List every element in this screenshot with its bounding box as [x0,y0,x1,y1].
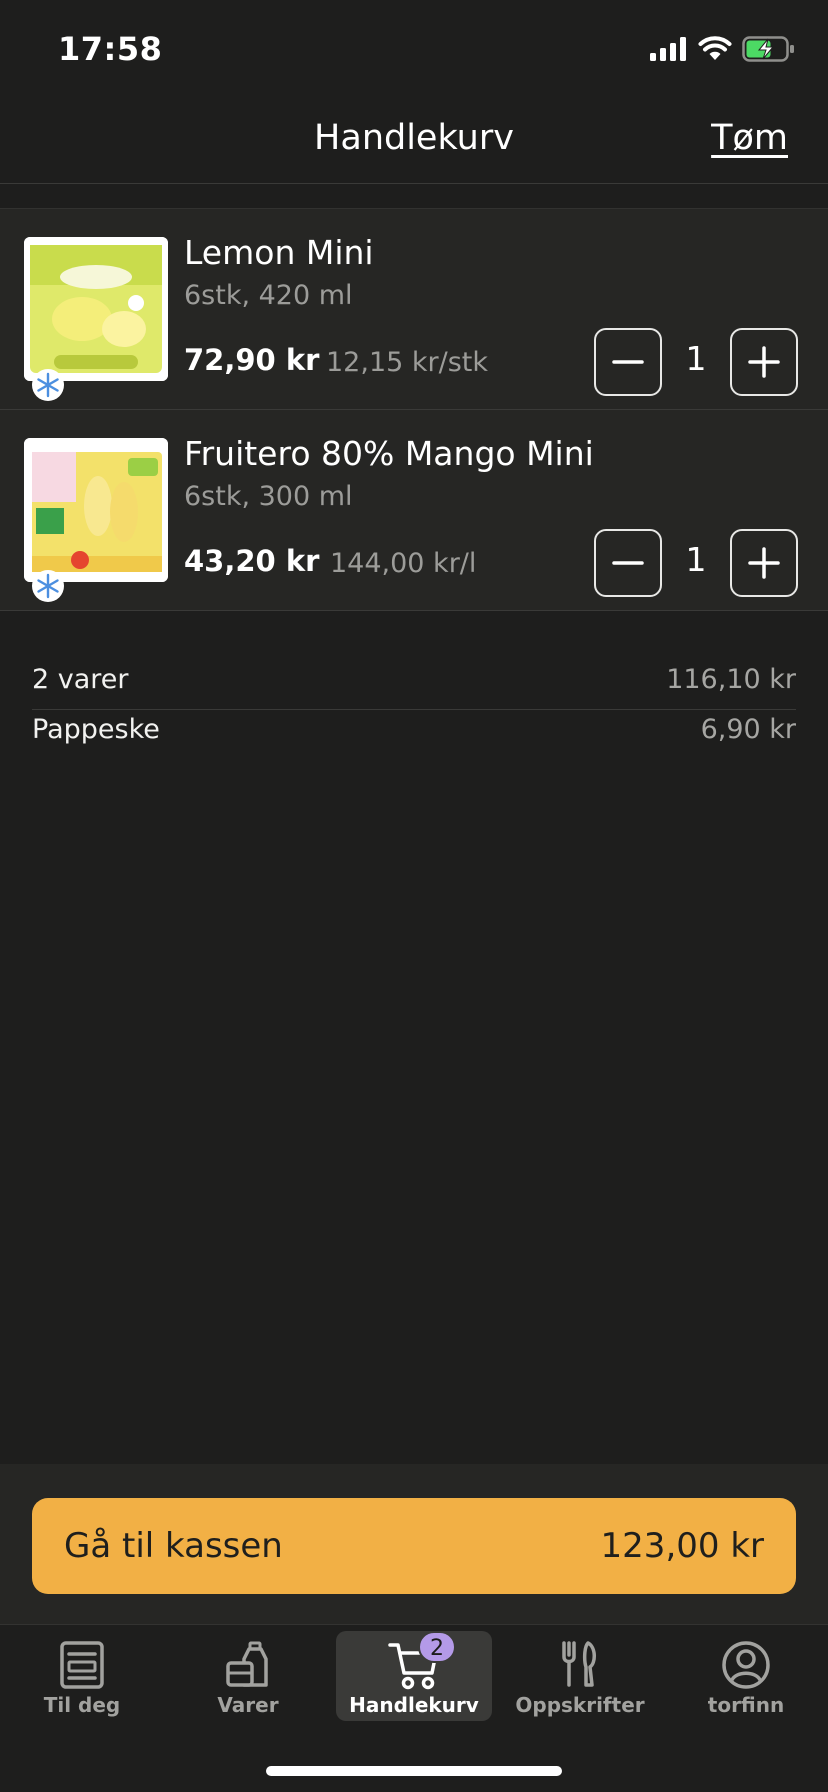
status-time: 17:58 [58,30,163,68]
snowflake-icon [32,369,64,401]
minus-icon [612,561,644,565]
fork-knife-icon [562,1641,596,1687]
tab-handlekurv[interactable]: 2 Handlekurv [336,1631,492,1721]
status-icons [650,36,796,62]
checkout-label: Gå til kassen [64,1526,283,1566]
product-image-fruitero-mango-mini[interactable] [24,438,168,582]
plus-icon [748,547,780,579]
checkout-button[interactable]: Gå til kassen 123,00 kr [32,1498,796,1594]
item-unit-price: 144,00 kr/l [330,548,477,579]
tab-oppskrifter[interactable]: Oppskrifter [502,1631,658,1721]
page-title: Handlekurv [314,118,514,158]
grocery-bag-icon [226,1641,268,1687]
checkout-total: 123,00 kr [600,1526,764,1566]
profile-icon [722,1641,770,1689]
decrease-quantity-button[interactable] [594,529,662,597]
summary-label: Pappeske [32,714,160,745]
tab-varer[interactable]: Varer [170,1631,326,1721]
snowflake-icon [32,570,64,602]
newspaper-icon [60,1641,104,1689]
plus-icon [748,346,780,378]
item-unit-price: 12,15 kr/stk [326,347,488,378]
item-price: 43,20 kr [184,544,320,578]
home-indicator [266,1766,562,1776]
cart-item: Lemon Mini 6stk, 420 ml 72,90 kr 12,15 k… [0,209,828,410]
item-price: 72,90 kr [184,343,320,377]
increase-quantity-button[interactable] [730,328,798,396]
status-bar: 17:58 [0,0,828,100]
fruitero-package-image [24,438,168,582]
summary-value: 116,10 kr [666,664,796,695]
item-size: 6stk, 420 ml [184,280,353,311]
header: Handlekurv Tøm [0,100,828,184]
battery-charging-icon [742,36,794,62]
cart-item: Fruitero 80% Mango Mini 6stk, 300 ml 43,… [0,410,828,611]
summary-label: 2 varer [32,664,129,695]
tab-label: torfinn [707,1693,785,1717]
product-image-lemon-mini[interactable] [24,237,168,381]
tab-label: Oppskrifter [515,1693,645,1717]
summary-value: 6,90 kr [700,714,796,745]
increase-quantity-button[interactable] [730,529,798,597]
item-size: 6stk, 300 ml [184,481,353,512]
tab-label: Varer [217,1693,279,1717]
lemon-mini-package-image [24,237,168,381]
quantity-value: 1 [685,339,707,378]
cart-count-badge: 2 [418,1631,456,1663]
summary-row-items: 2 varer 116,10 kr [32,660,796,710]
decrease-quantity-button[interactable] [594,328,662,396]
summary-row-box: Pappeske 6,90 kr [32,710,796,760]
clear-cart-button[interactable]: Tøm [711,118,788,158]
tab-profile[interactable]: torfinn [668,1631,824,1721]
cart-list: Lemon Mini 6stk, 420 ml 72,90 kr 12,15 k… [0,208,828,611]
tab-label: Til deg [43,1693,121,1717]
tab-label: Handlekurv [349,1693,479,1717]
checkout-panel: Gå til kassen 123,00 kr [0,1464,828,1624]
item-name[interactable]: Fruitero 80% Mango Mini [184,434,594,473]
item-name[interactable]: Lemon Mini [184,233,374,272]
minus-icon [612,360,644,364]
order-summary: 2 varer 116,10 kr Pappeske 6,90 kr [32,660,796,760]
tab-til-deg[interactable]: Til deg [4,1631,160,1721]
cellular-signal-icon [650,37,686,61]
quantity-value: 1 [685,540,707,579]
wifi-icon [698,36,732,60]
